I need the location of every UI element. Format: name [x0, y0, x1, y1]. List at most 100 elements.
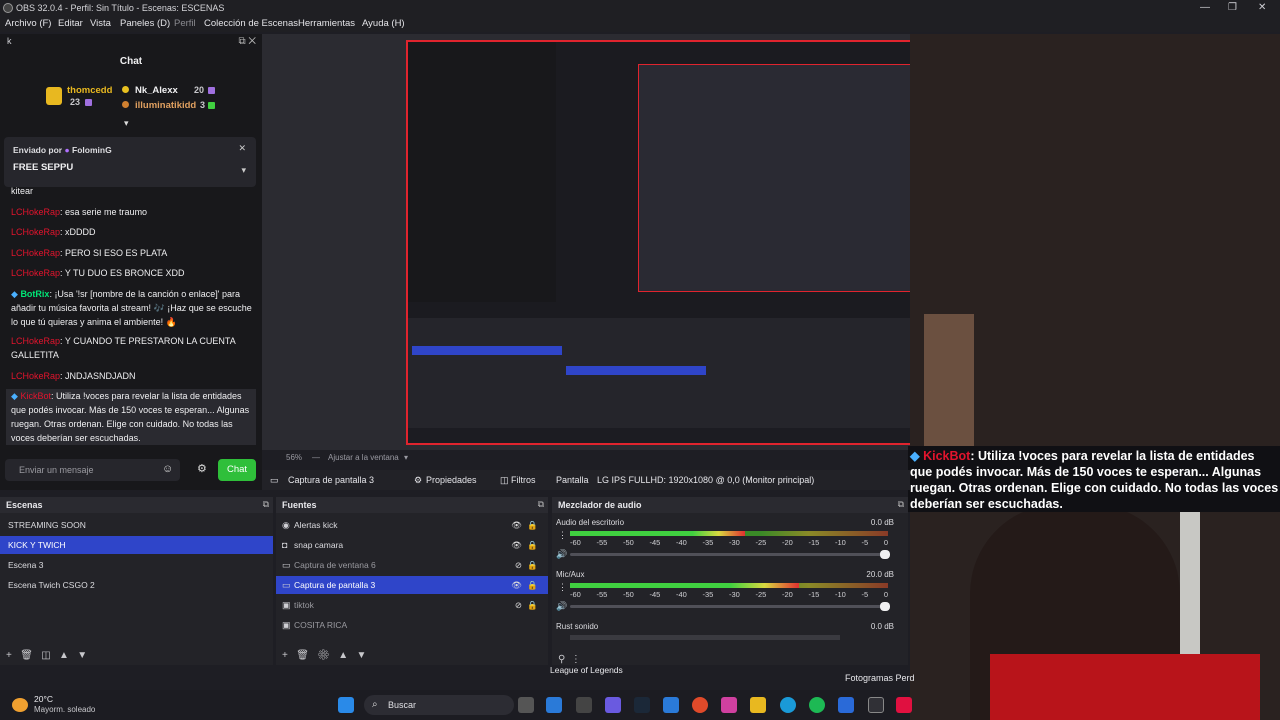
properties-button[interactable]: Propiedades: [426, 470, 477, 490]
eye-icon[interactable]: 👁: [511, 536, 522, 554]
edge-icon[interactable]: [780, 697, 796, 713]
chat-username[interactable]: LCHokeRap: [11, 371, 60, 381]
slider-knob[interactable]: [880, 602, 890, 611]
channel-menu-icon[interactable]: ⋮: [558, 530, 567, 541]
eye-off-icon[interactable]: ⊘: [515, 556, 522, 574]
move-down-icon[interactable]: ▼: [77, 650, 87, 661]
folder-icon[interactable]: [750, 697, 766, 713]
source-item[interactable]: ◉ Alertas kick 👁 🔒: [276, 516, 548, 534]
chat-message-input[interactable]: Enviar un mensaje: [5, 459, 180, 481]
trash-icon[interactable]: 🗑: [20, 650, 33, 661]
image-icon: ▣: [282, 620, 291, 630]
steam-icon[interactable]: [634, 697, 650, 713]
app-icon[interactable]: [576, 697, 592, 713]
crown-icon: [46, 87, 62, 105]
dock-menu-icon[interactable]: ⧉: [263, 499, 269, 510]
dock-menu-icon[interactable]: ⧉: [898, 499, 904, 510]
app-icon[interactable]: [721, 697, 737, 713]
chat-search-text[interactable]: k: [7, 36, 12, 46]
expand-chevron-icon[interactable]: ▾: [241, 165, 246, 176]
chat-username[interactable]: LCHokeRap: [11, 227, 60, 237]
maximize-button[interactable]: ❐: [1228, 0, 1237, 16]
add-icon[interactable]: +: [6, 650, 12, 661]
menu-coleccion-escenas[interactable]: Colección de Escenas: [204, 16, 298, 32]
eye-icon[interactable]: 👁: [511, 516, 522, 534]
chat-username[interactable]: LCHokeRap: [11, 268, 60, 278]
scene-item[interactable]: KICK Y TWICH: [0, 536, 273, 554]
app-icon[interactable]: [838, 697, 854, 713]
move-down-icon[interactable]: ▼: [357, 650, 367, 661]
collapse-arrow-icon[interactable]: ▾: [124, 118, 129, 129]
dock-menu-icon[interactable]: ⧉: [538, 499, 544, 510]
trash-icon[interactable]: 🗑: [296, 650, 309, 661]
fit-window-label[interactable]: Ajustar a la ventana: [328, 450, 399, 466]
source-item[interactable]: ▭ Captura de ventana 6 ⊘ 🔒: [276, 556, 548, 574]
move-up-icon[interactable]: ▲: [338, 650, 348, 661]
emoji-icon[interactable]: ☺: [162, 463, 173, 475]
slider-knob[interactable]: [880, 550, 890, 559]
lock-icon[interactable]: 🔒: [527, 536, 538, 554]
source-item[interactable]: ▭ Captura de pantalla 3 👁 🔒: [276, 576, 548, 594]
menu-dots-icon[interactable]: ⋮: [571, 654, 581, 665]
gear-icon[interactable]: ⚙: [317, 650, 330, 661]
chrome-icon[interactable]: [692, 697, 708, 713]
lock-icon[interactable]: 🔒: [527, 556, 538, 574]
taskbar-search[interactable]: Buscar: [364, 695, 514, 715]
volume-slider[interactable]: [570, 550, 890, 559]
app-icon[interactable]: [546, 697, 562, 713]
spotify-icon[interactable]: [809, 697, 825, 713]
scale-tick: -35: [702, 538, 714, 547]
add-icon[interactable]: +: [282, 650, 288, 661]
task-view-icon[interactable]: [518, 697, 534, 713]
link-icon[interactable]: ⚲: [558, 654, 565, 665]
discord-icon[interactable]: [605, 697, 621, 713]
chat-username[interactable]: BotRix: [20, 289, 49, 299]
obs-icon[interactable]: [868, 697, 884, 713]
app-icon[interactable]: [663, 697, 679, 713]
menu-ayuda[interactable]: Ayuda (H): [362, 16, 405, 32]
gear-icon[interactable]: ⚙: [197, 462, 207, 475]
menu-perfil[interactable]: Perfil: [174, 16, 196, 32]
eye-icon[interactable]: 👁: [511, 576, 522, 594]
scene-item[interactable]: STREAMING SOON: [0, 516, 273, 534]
eye-off-icon[interactable]: ⊘: [515, 596, 522, 614]
lock-icon[interactable]: 🔒: [527, 596, 538, 614]
chat-username[interactable]: LCHokeRap: [11, 207, 60, 217]
filter-icon[interactable]: ◫: [41, 650, 50, 661]
menu-editar[interactable]: Editar: [58, 16, 83, 32]
minimize-button[interactable]: —: [1200, 0, 1210, 16]
scene-item[interactable]: Escena 3: [0, 556, 273, 574]
chat-username[interactable]: LCHokeRap: [11, 248, 60, 258]
unpin-icon[interactable]: ✕: [238, 143, 246, 154]
scene-item[interactable]: Escena Twich CSGO 2: [0, 576, 273, 594]
menu-archivo[interactable]: Archivo (F): [5, 16, 51, 32]
channel-menu-icon[interactable]: ⋮: [558, 582, 567, 593]
source-item[interactable]: ▣ tiktok ⊘ 🔒: [276, 596, 548, 614]
source-item[interactable]: ▣ COSITA RICA: [276, 616, 548, 634]
chat-username[interactable]: LCHokeRap: [11, 336, 60, 346]
chat-username[interactable]: KickBot: [20, 391, 51, 401]
move-up-icon[interactable]: ▲: [59, 650, 69, 661]
app-icon[interactable]: [896, 697, 912, 713]
filters-button[interactable]: Filtros: [511, 470, 536, 490]
lock-icon[interactable]: 🔒: [527, 516, 538, 534]
menu-herramientas[interactable]: Herramientas: [298, 16, 355, 32]
source-item[interactable]: ◘ snap camara 👁 🔒: [276, 536, 548, 554]
third-gifter-count: 3: [200, 100, 206, 110]
zoom-level[interactable]: 56%: [286, 450, 302, 466]
speaker-icon[interactable]: 🔊: [556, 601, 567, 612]
chevron-down-icon[interactable]: ▾: [404, 450, 408, 466]
dock-controls-icon[interactable]: ⧉ ✕: [238, 36, 256, 47]
display-select[interactable]: LG IPS FULLHD: 1920x1080 @ 0,0 (Monitor …: [597, 470, 814, 490]
speaker-icon[interactable]: 🔊: [556, 549, 567, 560]
source-name: snap camara: [294, 540, 344, 550]
chat-send-button[interactable]: Chat: [218, 459, 256, 481]
volume-slider[interactable]: [570, 602, 890, 611]
scale-tick: -35: [702, 590, 714, 599]
level-fill: [570, 531, 745, 536]
close-button[interactable]: ✕: [1258, 0, 1266, 16]
menu-vista[interactable]: Vista: [90, 16, 111, 32]
menu-paneles[interactable]: Paneles (D): [120, 16, 170, 32]
lock-icon[interactable]: 🔒: [527, 576, 538, 594]
start-icon[interactable]: [338, 697, 354, 713]
